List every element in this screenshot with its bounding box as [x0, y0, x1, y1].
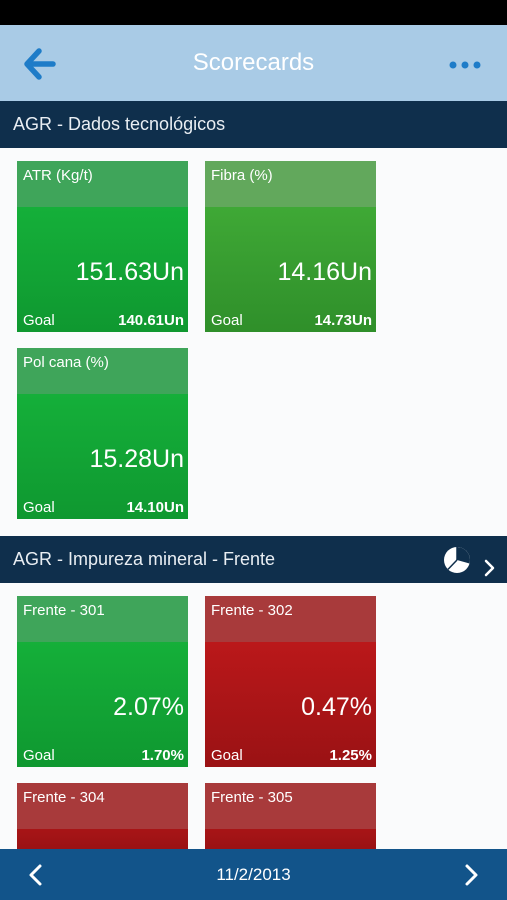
goal-value: 1.25% [329, 747, 372, 764]
scorecard-tile[interactable]: Frente - 302 0.47% Goal 1.25% [205, 596, 376, 767]
more-button[interactable] [445, 53, 485, 77]
section-header-impureza-mineral: AGR - Impureza mineral - Frente [0, 536, 507, 583]
back-button[interactable] [22, 47, 62, 83]
goal-label: Goal [23, 499, 55, 516]
previous-date-button[interactable] [26, 863, 46, 887]
page-title: Scorecards [192, 49, 315, 76]
tile-name: Pol cana (%) [23, 354, 109, 371]
tile-name: Frente - 302 [211, 602, 293, 619]
section-header-dados-tecnologicos: AGR - Dados tecnológicos [0, 101, 507, 148]
chevron-right-icon [484, 559, 495, 577]
tile-value: 2.07% [113, 693, 184, 721]
arrow-left-icon [24, 48, 56, 80]
tile-value: 15.28Un [89, 445, 184, 473]
navigation-bar: Scorecards [0, 25, 507, 101]
tile-value: 151.63Un [75, 258, 184, 286]
section-chevron-button[interactable] [483, 549, 497, 577]
section-title: AGR - Impureza mineral - Frente [13, 549, 276, 569]
tile-name: ATR (Kg/t) [23, 167, 93, 184]
scorecard-tile[interactable]: Pol cana (%) 15.28Un Goal 14.10Un [17, 348, 188, 519]
goal-value: 14.73Un [314, 312, 372, 329]
scorecard-tile[interactable]: Fibra (%) 14.16Un Goal 14.73Un [205, 161, 376, 332]
tile-name: Frente - 301 [23, 602, 105, 619]
section-title: AGR - Dados tecnológicos [13, 114, 226, 134]
scorecard-tile[interactable]: Frente - 304 [17, 783, 188, 849]
goal-value: 14.10Un [126, 499, 184, 516]
more-dots-icon [449, 61, 481, 69]
scorecard-tile[interactable]: ATR (Kg/t) 151.63Un Goal 140.61Un [17, 161, 188, 332]
tile-name: Frente - 304 [23, 789, 105, 806]
pie-chart-icon [444, 547, 470, 573]
tile-name: Fibra (%) [211, 167, 273, 184]
chevron-left-icon [29, 864, 42, 886]
status-bar [0, 0, 507, 25]
scorecard-tile[interactable]: Frente - 301 2.07% Goal 1.70% [17, 596, 188, 767]
goal-label: Goal [211, 747, 243, 764]
goal-value: 140.61Un [118, 312, 184, 329]
date-navigation-bar: 11/2/2013 [0, 849, 507, 900]
goal-value: 1.70% [141, 747, 184, 764]
goal-label: Goal [211, 312, 243, 329]
chart-view-button[interactable] [442, 545, 472, 575]
goal-label: Goal [23, 312, 55, 329]
tile-value: 14.16Un [277, 258, 372, 286]
scorecard-tile[interactable]: Frente - 305 [205, 783, 376, 849]
chevron-right-icon [465, 864, 478, 886]
tile-name: Frente - 305 [211, 789, 293, 806]
tile-value: 0.47% [301, 693, 372, 721]
current-date: 11/2/2013 [216, 865, 291, 884]
next-date-button[interactable] [461, 863, 481, 887]
goal-label: Goal [23, 747, 55, 764]
